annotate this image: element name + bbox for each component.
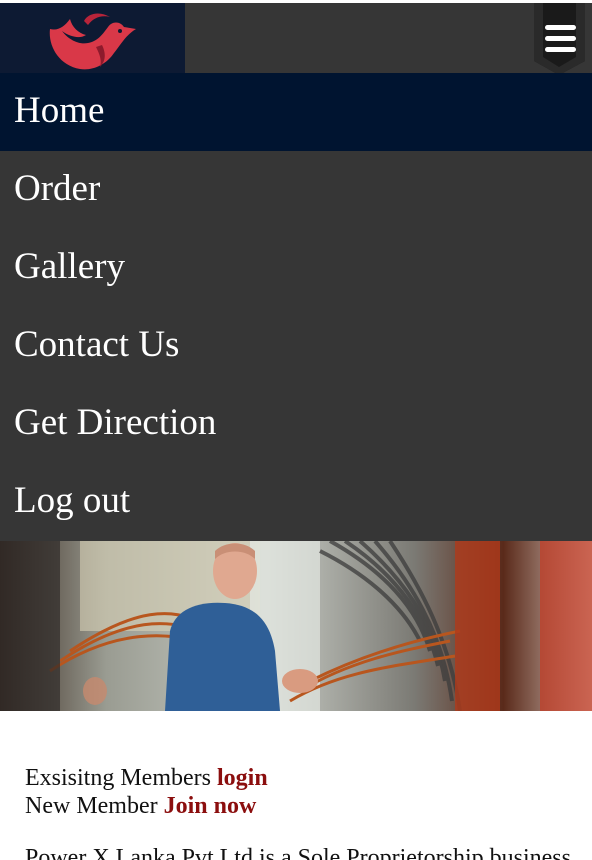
nav-item-log-out[interactable]: Log out (0, 463, 592, 541)
members-section: Exsisitng Members login New Member Join … (25, 764, 592, 820)
new-member-line: New Member Join now (25, 792, 592, 820)
nav-item-order[interactable]: Order (0, 151, 592, 229)
nav-item-gallery[interactable]: Gallery (0, 229, 592, 307)
existing-members-line: Exsisitng Members login (25, 764, 592, 792)
nav-item-home[interactable]: Home (0, 73, 592, 151)
hero-photo (0, 541, 592, 711)
header (0, 0, 592, 75)
main-nav: Home Order Gallery Contact Us Get Direct… (0, 73, 592, 541)
bird-logo-icon (49, 13, 136, 70)
logo[interactable] (0, 3, 185, 73)
nav-item-contact-us[interactable]: Contact Us (0, 307, 592, 385)
hero-image (0, 541, 592, 711)
about-text: Power X Lanka Pvt Ltd is a Sole Propriet… (25, 845, 571, 860)
existing-members-text: Exsisitng Members (25, 765, 217, 791)
nav-item-get-direction[interactable]: Get Direction (0, 385, 592, 463)
hamburger-menu-icon (534, 3, 585, 75)
menu-toggle-button[interactable] (531, 3, 588, 75)
join-now-link[interactable]: Join now (164, 793, 257, 819)
new-member-text: New Member (25, 793, 164, 819)
login-link[interactable]: login (217, 765, 268, 791)
